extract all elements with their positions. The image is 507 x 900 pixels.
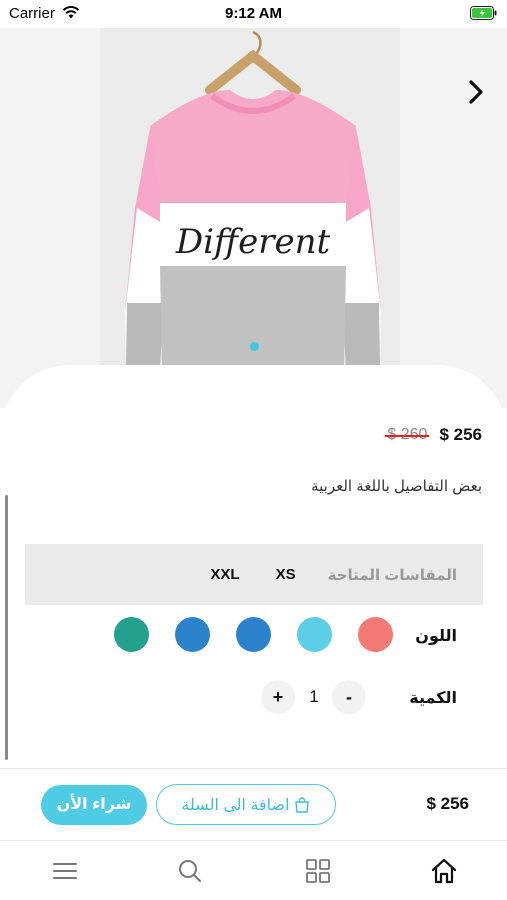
quantity-increment-button[interactable]: + [261, 680, 295, 714]
price-row: 256 $ 260 $ [385, 425, 482, 445]
color-swatch[interactable] [297, 617, 332, 652]
product-image-carousel[interactable]: Different [0, 28, 507, 408]
add-to-cart-button[interactable]: اضافة الى السلة [156, 784, 336, 825]
status-bar: Carrier 9:12 AM [0, 0, 507, 28]
search-icon[interactable] [176, 857, 204, 885]
color-swatch[interactable] [358, 617, 393, 652]
checkout-bar: شراء الأن اضافة الى السلة 256 $ [0, 768, 507, 840]
grid-icon[interactable] [304, 857, 332, 885]
buy-now-button[interactable]: شراء الأن [41, 785, 147, 825]
size-option-xxl[interactable]: XXL [210, 566, 239, 583]
sweater-print-text: Different [175, 222, 331, 262]
menu-icon[interactable] [51, 857, 79, 885]
total-price: 256 $ [426, 794, 469, 813]
product-image: Different [125, 30, 381, 373]
sizes-label: المقاسات المتاحة [327, 566, 457, 584]
shopping-bag-icon [294, 796, 309, 813]
old-price: 260 $ [385, 426, 430, 443]
quantity-value: 1 [309, 687, 319, 706]
product-description: بعض التفاصيل باللغة العربية [311, 478, 482, 495]
add-to-cart-label: اضافة الى السلة [181, 796, 290, 814]
color-swatch[interactable] [236, 617, 271, 652]
quantity-selector: الكمية - 1 + [25, 680, 483, 716]
scrollbar[interactable] [5, 495, 8, 760]
color-selector: اللون [25, 617, 483, 653]
current-price: 256 $ [439, 425, 482, 444]
color-label: اللون [415, 628, 457, 645]
bottom-navigation [0, 840, 507, 900]
battery-icon [470, 6, 497, 20]
color-swatch[interactable] [114, 617, 149, 652]
sizes-bar: المقاسات المتاحة XS XXL [25, 544, 483, 605]
quantity-decrement-button[interactable]: - [332, 680, 366, 714]
chevron-right-icon[interactable] [463, 78, 487, 106]
clock: 9:12 AM [225, 5, 282, 22]
home-icon[interactable] [430, 857, 458, 885]
color-swatch[interactable] [175, 617, 210, 652]
size-option-xs[interactable]: XS [276, 566, 296, 583]
quantity-label: الكمية [409, 690, 457, 707]
carousel-page-indicator[interactable] [250, 342, 259, 351]
